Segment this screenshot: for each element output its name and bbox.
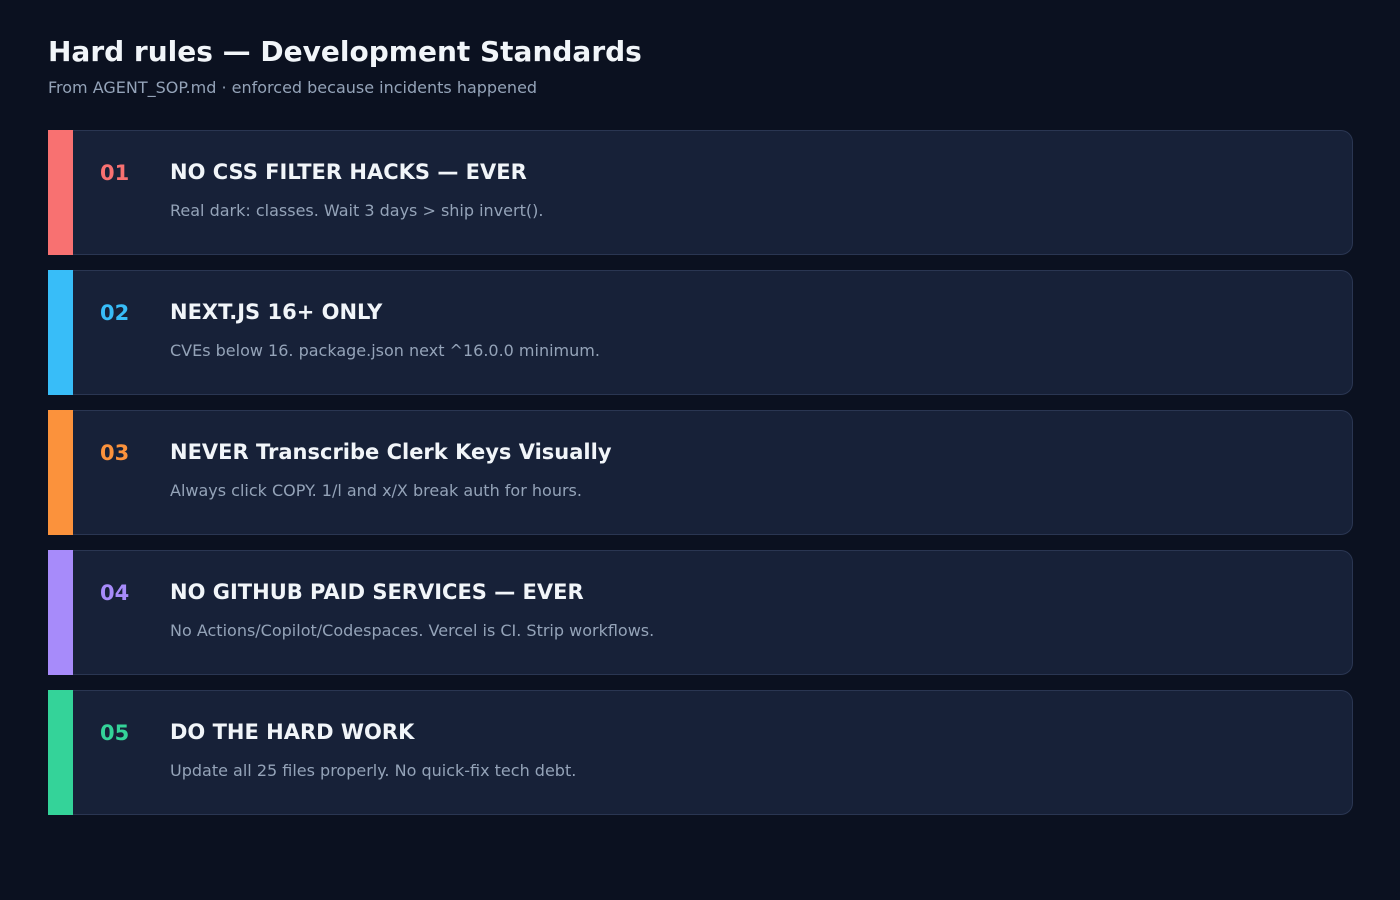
rule-accent-bar xyxy=(48,130,73,255)
rule-title: NO CSS FILTER HACKS — EVER xyxy=(170,160,527,184)
rule-title: NEXT.JS 16+ ONLY xyxy=(170,300,383,324)
rule-description: Update all 25 files properly. No quick-f… xyxy=(170,761,577,780)
page-subtitle: From AGENT_SOP.md · enforced because inc… xyxy=(48,78,538,97)
rule-number: 05 xyxy=(100,721,130,745)
rule-accent-bar xyxy=(48,410,73,535)
rules-list: 01 NO CSS FILTER HACKS — EVER Real dark:… xyxy=(48,130,1353,830)
rule-number: 03 xyxy=(100,441,130,465)
rule-number: 04 xyxy=(100,581,130,605)
rule-title: NO GITHUB PAID SERVICES — EVER xyxy=(170,580,584,604)
rule-number: 02 xyxy=(100,301,130,325)
page-title: Hard rules — Development Standards xyxy=(48,35,642,68)
rule-accent-bar xyxy=(48,550,73,675)
rule-accent-bar xyxy=(48,270,73,395)
rule-title: DO THE HARD WORK xyxy=(170,720,415,744)
rule-card: 04 NO GITHUB PAID SERVICES — EVER No Act… xyxy=(48,550,1353,675)
rule-number: 01 xyxy=(100,161,130,185)
rule-accent-bar xyxy=(48,690,73,815)
rule-title: NEVER Transcribe Clerk Keys Visually xyxy=(170,440,612,464)
rule-card: 02 NEXT.JS 16+ ONLY CVEs below 16. packa… xyxy=(48,270,1353,395)
rule-description: CVEs below 16. package.json next ^16.0.0… xyxy=(170,341,600,360)
rule-card: 01 NO CSS FILTER HACKS — EVER Real dark:… xyxy=(48,130,1353,255)
rule-card: 05 DO THE HARD WORK Update all 25 files … xyxy=(48,690,1353,815)
rule-description: Real dark: classes. Wait 3 days > ship i… xyxy=(170,201,544,220)
rule-description: Always click COPY. 1/l and x/X break aut… xyxy=(170,481,582,500)
rule-description: No Actions/Copilot/Codespaces. Vercel is… xyxy=(170,621,655,640)
rule-card: 03 NEVER Transcribe Clerk Keys Visually … xyxy=(48,410,1353,535)
